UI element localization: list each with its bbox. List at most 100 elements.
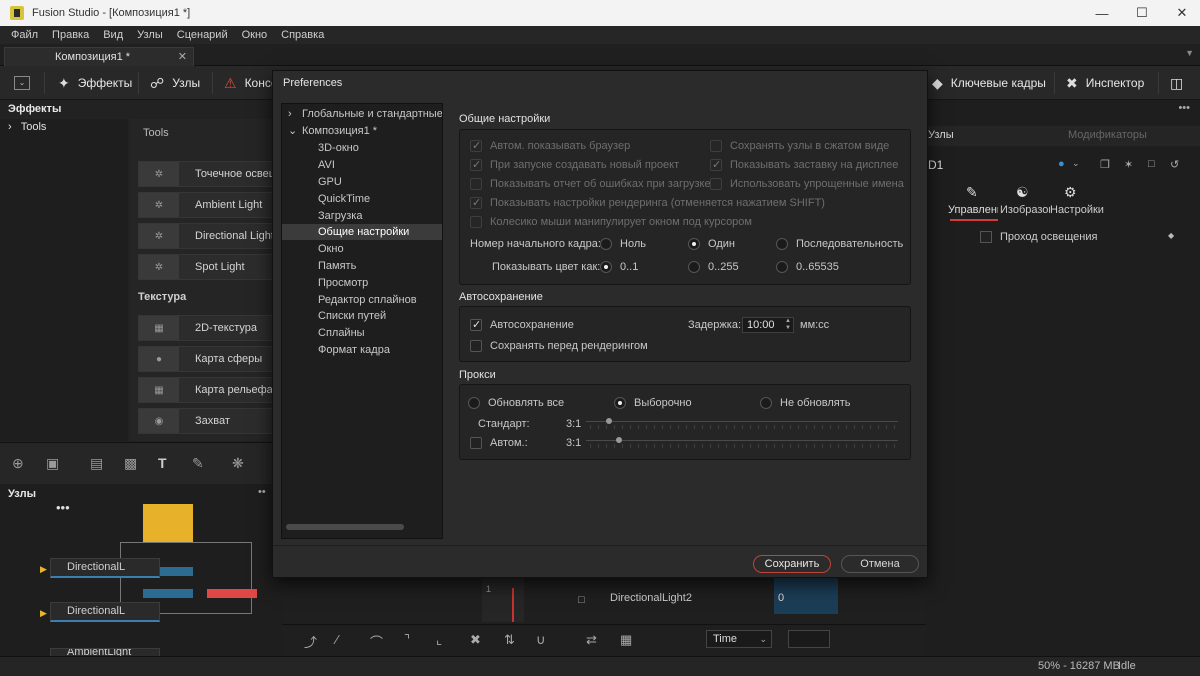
compressed-nodes-option[interactable]: Сохранять узлы в сжатом виде: [710, 140, 889, 152]
subtab-imaging[interactable]: Изобразова: [1000, 204, 1050, 216]
time-input[interactable]: [788, 630, 830, 648]
auto-show-browser-option[interactable]: Автом. показывать браузер: [470, 139, 630, 152]
keyframes-button[interactable]: ◆ Ключевые кадры: [932, 66, 1046, 100]
color-0-1-radio[interactable]: [600, 261, 612, 273]
simplified-names-checkbox[interactable]: [710, 178, 722, 190]
compressed-nodes-checkbox[interactable]: [710, 140, 722, 152]
autosave-delay-input[interactable]: 10:00 ▲ ▼: [742, 317, 794, 333]
nodes-button[interactable]: ☍ Узлы: [150, 66, 200, 100]
menu-script[interactable]: Сценарий: [177, 29, 228, 41]
spreadsheet-icon[interactable]: ▦: [620, 632, 632, 648]
version-icon[interactable]: ❐: [1100, 158, 1110, 171]
tool-item[interactable]: ✲ Directional Light: [138, 223, 288, 249]
start-frame-one-radio[interactable]: [688, 238, 700, 250]
tab-dropdown-icon[interactable]: ▼: [1185, 48, 1194, 58]
tool-item[interactable]: ✲ Точечное освещ: [138, 161, 288, 187]
color-dot-icon[interactable]: ●: [1058, 158, 1065, 170]
more-options-icon[interactable]: •••: [56, 500, 70, 515]
proxy-auto-option[interactable]: Автом.:: [470, 437, 528, 449]
subtab-controls[interactable]: Управлени: [948, 204, 998, 216]
mouse-wheel-checkbox[interactable]: [470, 216, 482, 228]
tool-item[interactable]: ✲ Ambient Light: [138, 192, 288, 218]
tree-item-preview[interactable]: Просмотр: [282, 275, 442, 291]
chevron-down-icon[interactable]: ⌄: [1072, 158, 1080, 169]
tree-horizontal-scrollbar[interactable]: [286, 524, 404, 530]
tool-item[interactable]: ✲ Spot Light: [138, 254, 288, 280]
imaging-icon[interactable]: ☯: [1016, 184, 1029, 201]
text-tool-icon[interactable]: T: [158, 455, 167, 471]
close-window-button[interactable]: ✕: [1162, 0, 1200, 26]
cancel-button[interactable]: Отмена: [841, 555, 919, 573]
bounce-icon[interactable]: ∪: [536, 632, 546, 648]
node-ambient-light[interactable]: AmbientLight: [50, 648, 160, 656]
slider-knob[interactable]: [616, 437, 622, 443]
color-0-65535-radio[interactable]: [776, 261, 788, 273]
curve-linear-icon[interactable]: ∕: [336, 632, 338, 647]
proxy-standard-slider[interactable]: [586, 418, 898, 424]
tree-item-window[interactable]: Окно: [282, 241, 442, 257]
tree-item-loader[interactable]: Загрузка: [282, 208, 442, 224]
monitor-button[interactable]: ◫: [1170, 66, 1191, 100]
tree-item-quicktime[interactable]: QuickTime: [282, 191, 442, 207]
tool-item[interactable]: ▦ 2D-текстура: [138, 315, 288, 341]
menu-nodes[interactable]: Узлы: [137, 29, 163, 41]
composition-tab[interactable]: Композиция1 * ✕: [4, 47, 194, 66]
proxy-update-all-radio[interactable]: [468, 397, 480, 409]
node-directional-light[interactable]: DirectionalL: [50, 558, 160, 578]
menu-file[interactable]: Файл: [11, 29, 38, 41]
curve-smooth-icon[interactable]: ⤴: [304, 632, 317, 651]
tree-item-splines[interactable]: Сплайны: [282, 325, 442, 341]
simplified-names-option[interactable]: Использовать упрощенные имена: [710, 178, 904, 190]
merge-tool-icon[interactable]: ⊕: [12, 455, 24, 472]
particles-icon[interactable]: ❋: [232, 455, 244, 472]
proxy-auto-slider[interactable]: [586, 437, 898, 443]
fit-icon[interactable]: ⇄: [586, 632, 597, 648]
reset-icon[interactable]: ↺: [1170, 158, 1179, 171]
start-frame-zero-radio[interactable]: [600, 238, 612, 250]
controls-icon[interactable]: ✎: [966, 184, 978, 201]
tab-modifiers[interactable]: Модификаторы: [1068, 129, 1147, 141]
tree-item-tools[interactable]: › Tools: [0, 119, 128, 135]
tree-item-general[interactable]: Общие настройки: [282, 224, 442, 240]
tree-item-path-maps[interactable]: Списки путей: [282, 308, 442, 324]
proxy-selective-option[interactable]: Выборочно: [614, 397, 692, 409]
proxy-selective-radio[interactable]: [614, 397, 626, 409]
effects-button[interactable]: ✦ Эффекты: [58, 66, 132, 100]
start-frame-sequence-radio[interactable]: [776, 238, 788, 250]
tree-item-global[interactable]: › Глобальные и стандартные н: [282, 106, 442, 122]
tree-item-3d-view[interactable]: 3D-окно: [282, 140, 442, 156]
tree-item-frame-format[interactable]: Формат кадра: [282, 342, 442, 358]
color-0-255-radio[interactable]: [688, 261, 700, 273]
color-0-1-option[interactable]: 0..1: [600, 261, 638, 273]
proxy-update-all-option[interactable]: Обновлять все: [468, 397, 564, 409]
layout-dropdown-icon[interactable]: ⌄: [14, 76, 30, 90]
curve-draw-icon[interactable]: ⌒: [370, 632, 383, 651]
tree-item-avi[interactable]: AVI: [282, 157, 442, 173]
start-frame-sequence-option[interactable]: Последовательность: [776, 238, 903, 250]
inspector-button[interactable]: ✖ Инспектор: [1066, 66, 1144, 100]
mouse-wheel-option[interactable]: Колесико мыши манипулирует окном под кур…: [470, 216, 752, 228]
tab-nodes[interactable]: Узлы: [928, 129, 954, 141]
maximize-button[interactable]: ☐: [1122, 0, 1162, 26]
gradient-tool-icon[interactable]: ▤: [90, 455, 103, 472]
tool-item[interactable]: ● Карта сферы: [138, 346, 288, 372]
background-tool-icon[interactable]: ▣: [46, 455, 59, 472]
tool-item[interactable]: ◉ Захват: [138, 408, 288, 434]
slider-knob[interactable]: [606, 418, 612, 424]
spinner-arrows-icon[interactable]: ▲ ▼: [785, 318, 791, 332]
menu-view[interactable]: Вид: [103, 29, 123, 41]
menu-help[interactable]: Справка: [281, 29, 324, 41]
proxy-no-update-radio[interactable]: [760, 397, 772, 409]
tree-item-spline-editor[interactable]: Редактор сплайнов: [282, 292, 442, 308]
time-select[interactable]: Time ⌄: [706, 630, 772, 648]
autosave-enable-option[interactable]: Автосохранение: [470, 318, 574, 331]
save-before-render-option[interactable]: Сохранять перед рендерингом: [470, 340, 648, 352]
proxy-no-update-option[interactable]: Не обновлять: [760, 397, 850, 409]
lighting-pass-checkbox[interactable]: [980, 231, 992, 243]
tree-item-composition[interactable]: ⌄ Композиция1 *: [282, 123, 442, 139]
tree-item-memory[interactable]: Память: [282, 258, 442, 274]
menu-window[interactable]: Окно: [242, 29, 268, 41]
start-frame-one-option[interactable]: Один: [688, 238, 735, 250]
paint-brush-icon[interactable]: ✎: [192, 455, 204, 472]
console-button[interactable]: ⚠ Консо: [224, 66, 278, 100]
